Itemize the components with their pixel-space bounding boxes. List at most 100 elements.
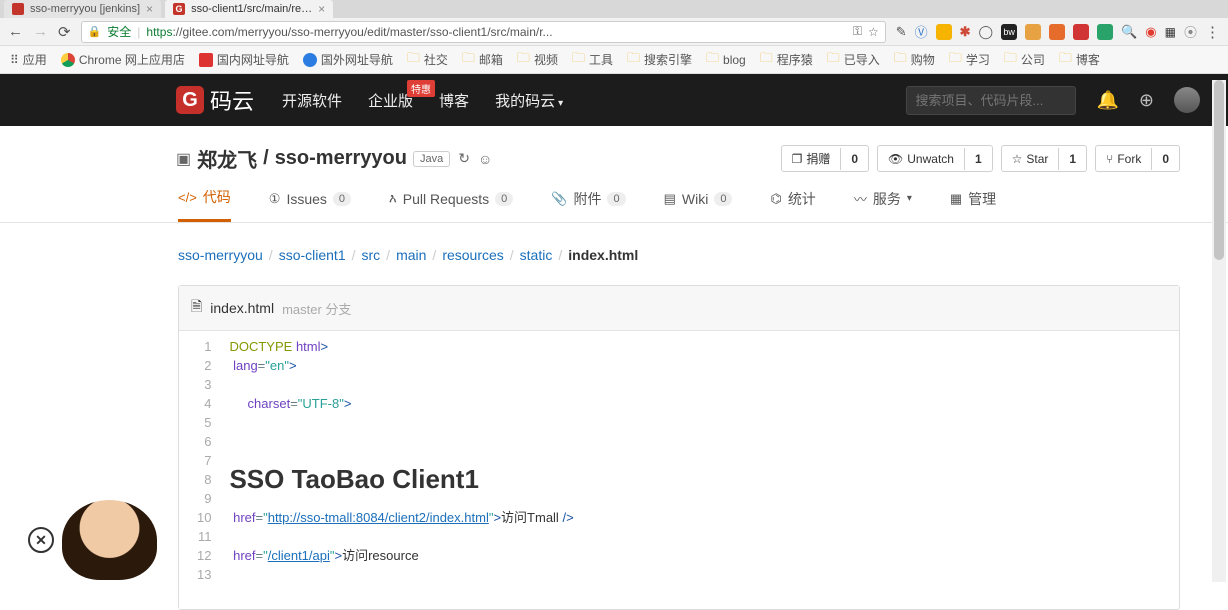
bookmark-item[interactable]: 🗀邮箱 [462, 49, 503, 71]
plus-icon[interactable]: ⊕ [1139, 90, 1154, 111]
bookmark-item[interactable]: 🗀学习 [949, 49, 990, 71]
key-icon[interactable]: ⚿ [853, 24, 862, 39]
folder-icon: 🗀 [894, 49, 907, 71]
bookmark-item[interactable]: 🗀社交 [407, 49, 448, 71]
star-icon[interactable]: ☆ [868, 25, 879, 39]
ext-icon[interactable] [936, 24, 952, 40]
bookmark-item[interactable]: ⠿应用 [10, 51, 47, 68]
breadcrumb-link[interactable]: main [396, 247, 426, 263]
ext-icon[interactable]: ✎ [896, 24, 907, 40]
bookmark-item[interactable]: Chrome 网上应用店 [61, 51, 185, 68]
bookmark-label: blog [723, 53, 746, 67]
browser-tab[interactable]: G sso-client1/src/main/re… × [165, 0, 333, 18]
secure-label: 安全 [107, 23, 131, 40]
search-input[interactable] [906, 86, 1076, 115]
bell-icon[interactable]: 🔔 [1096, 90, 1118, 111]
assistant-avatar[interactable] [62, 500, 157, 580]
repo-action-捐赠[interactable]: ❐捐赠0 [781, 145, 869, 172]
nav-icon: ▦ [950, 191, 962, 207]
menu-icon[interactable]: ⋮ [1205, 23, 1220, 41]
ext-icon[interactable]: 🔍 [1121, 24, 1137, 40]
file-header: 🗎 index.html master 分支 [179, 286, 1179, 331]
nav-open-source[interactable]: 开源软件 [282, 90, 342, 111]
ext-icon[interactable]: ◉ [1145, 24, 1156, 40]
breadcrumb-link[interactable]: sso-merryyou [178, 247, 263, 263]
tab-title: sso-client1/src/main/re… [191, 3, 312, 15]
assistant-widget[interactable]: ✕ [28, 500, 157, 580]
repo-nav-管理[interactable]: ▦管理 [950, 189, 996, 221]
bookmark-item[interactable]: 🗀 blog [706, 49, 746, 71]
repo-action-fork[interactable]: ⑂Fork0 [1095, 145, 1180, 172]
browser-tab[interactable]: sso-merryyou [jenkins] × [4, 0, 161, 18]
ext-icon[interactable]: ◯ [979, 24, 994, 40]
repo-nav-Pull Requests[interactable]: እPull Requests0 [389, 191, 513, 219]
avatar[interactable] [1174, 87, 1200, 113]
repo-action-unwatch[interactable]: 👁Unwatch1 [877, 145, 993, 172]
bookmarks-bar: ⠿应用Chrome 网上应用店国内网址导航国外网址导航🗀社交🗀邮箱🗀视频🗀工具🗀… [0, 46, 1228, 74]
repo-action-star[interactable]: ☆Star1 [1001, 145, 1087, 172]
bookmark-label: 邮箱 [479, 51, 503, 68]
nav-icon: ⌬ [770, 191, 781, 207]
sync-icon[interactable]: ↻ [458, 150, 470, 167]
verified-icon[interactable]: ☺ [478, 151, 492, 167]
scrollbar-thumb[interactable] [1214, 80, 1224, 260]
ext-icon[interactable]: ✱ [960, 24, 971, 40]
bookmark-item[interactable]: 🗀已导入 [827, 49, 880, 71]
forward-icon[interactable]: → [33, 23, 48, 40]
ext-icon[interactable] [1049, 24, 1065, 40]
repo-owner[interactable]: 郑龙飞 [197, 144, 257, 173]
logo[interactable]: G 码云 [176, 84, 254, 116]
reload-icon[interactable]: ⟳ [58, 23, 71, 41]
repo-nav-统计[interactable]: ⌬统计 [770, 189, 815, 221]
breadcrumb-link[interactable]: sso-client1 [279, 247, 346, 263]
action-count: 1 [964, 148, 992, 170]
repo-nav-Issues[interactable]: ①Issues0 [269, 191, 351, 219]
folder-icon: 🗀 [1059, 49, 1072, 71]
breadcrumb-link[interactable]: resources [442, 247, 503, 263]
repo-nav-代码[interactable]: </>代码 [178, 187, 231, 222]
ext-icon[interactable]: Ⓥ [915, 22, 928, 41]
folder-icon: 🗀 [627, 49, 640, 71]
url-input[interactable]: 🔒 安全 | https://gitee.com/merryyou/sso-me… [81, 21, 886, 43]
bookmark-item[interactable]: 国内网址导航 [199, 51, 289, 68]
repo-nav-Wiki[interactable]: ▤Wiki0 [664, 191, 733, 219]
bookmark-label: 国内网址导航 [217, 51, 289, 68]
scrollbar[interactable] [1212, 80, 1226, 582]
close-icon[interactable]: × [318, 2, 325, 16]
bookmark-item[interactable]: 🗀博客 [1059, 49, 1100, 71]
site-search[interactable] [906, 86, 1076, 115]
file-name: index.html [210, 300, 274, 316]
source-code[interactable]: DOCTYPE html> lang="en"> charset="UTF-8"… [221, 331, 1179, 609]
extensions: ✎ Ⓥ ✱ ◯ bw 🔍 ◉ ▦ ⦿ ⋮ [896, 22, 1220, 41]
bookmark-item[interactable]: 🗀程序猿 [760, 49, 813, 71]
tab-title: sso-merryyou [jenkins] [30, 3, 140, 15]
bookmark-label: 工具 [589, 51, 613, 68]
back-icon[interactable]: ← [8, 23, 23, 40]
repo-nav-服务[interactable]: 〰服务▾ [854, 189, 912, 221]
bookmark-item[interactable]: 🗀视频 [517, 49, 558, 71]
ext-icon[interactable]: bw [1001, 24, 1017, 40]
repo-name[interactable]: sso-merryyou [275, 147, 407, 170]
ext-icon[interactable] [1073, 24, 1089, 40]
nav-enterprise[interactable]: 企业版特惠 [368, 90, 413, 111]
folder-icon: 🗀 [706, 49, 719, 71]
ext-icon[interactable] [1025, 24, 1041, 40]
repo-nav-附件[interactable]: 📎附件0 [551, 189, 625, 221]
nav-my[interactable]: 我的码云▾ [495, 90, 563, 111]
bookmark-item[interactable]: 🗀购物 [894, 49, 935, 71]
close-icon[interactable]: ✕ [28, 527, 54, 553]
folder-icon: 🗀 [827, 49, 840, 71]
breadcrumb-link[interactable]: static [520, 247, 553, 263]
nav-blog[interactable]: 博客 [439, 90, 469, 111]
bookmark-item[interactable]: 国外网址导航 [303, 51, 393, 68]
bookmark-item[interactable]: 🗀搜索引擎 [627, 49, 692, 71]
bookmark-item[interactable]: 🗀工具 [572, 49, 613, 71]
ext-icon[interactable]: ⦿ [1184, 22, 1197, 41]
breadcrumb-link[interactable]: src [362, 247, 381, 263]
action-count: 0 [840, 148, 868, 170]
ext-icon[interactable] [1097, 24, 1113, 40]
bookmark-item[interactable]: 🗀公司 [1004, 49, 1045, 71]
close-icon[interactable]: × [146, 2, 153, 16]
nav-icon: እ [389, 191, 397, 207]
ext-icon[interactable]: ▦ [1165, 25, 1176, 39]
